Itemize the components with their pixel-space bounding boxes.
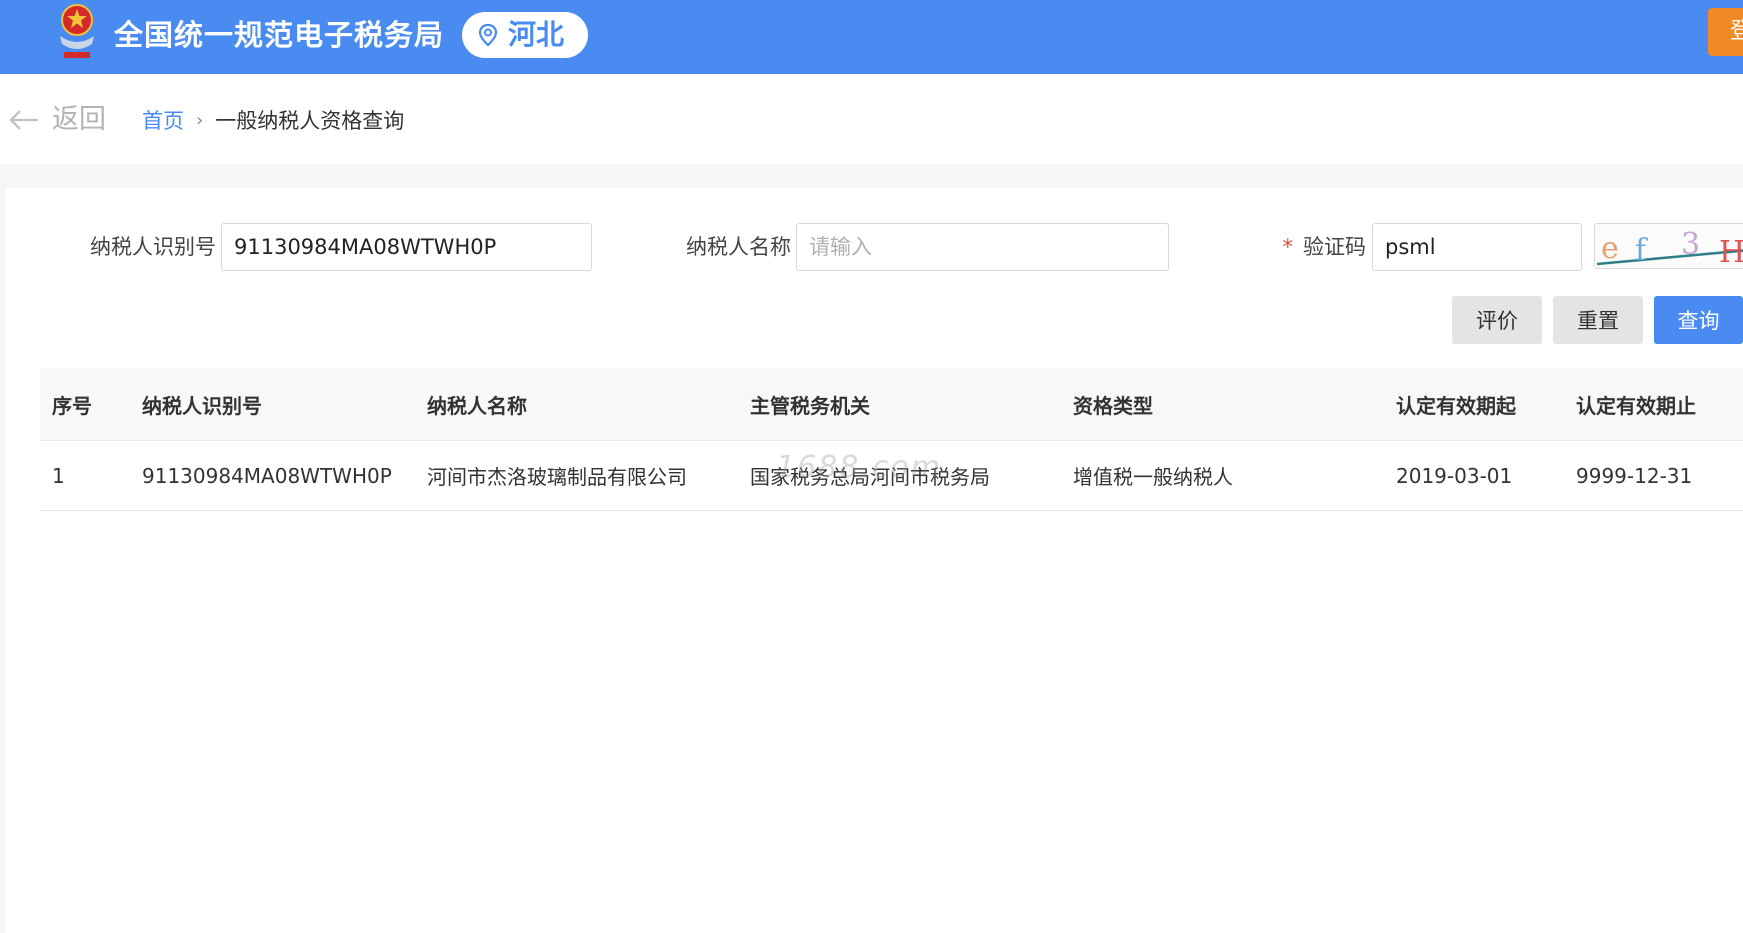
breadcrumb-current: 一般纳税人资格查询	[215, 109, 405, 133]
breadcrumb: 首页 › 一般纳税人资格查询	[142, 106, 404, 136]
tax-emblem-icon	[60, 4, 94, 58]
row-qualification-type: 增值税一般纳税人	[1073, 465, 1233, 489]
login-button[interactable]: 登录	[1708, 8, 1743, 56]
captcha-input[interactable]	[1372, 223, 1582, 271]
row-taxpayer-name: 河间市杰洛玻璃制品有限公司	[427, 465, 687, 489]
row-taxpayer-id: 91130984MA08WTWH0P	[142, 463, 392, 488]
location-pin-icon	[478, 23, 498, 47]
row-index: 1	[52, 463, 65, 488]
captcha-label: 验证码	[1303, 235, 1366, 259]
evaluate-button[interactable]: 评价	[1452, 296, 1542, 344]
row-valid-from: 2019-03-01	[1396, 463, 1513, 488]
column-header: 序号	[52, 393, 92, 418]
arrow-left-icon	[9, 110, 38, 130]
captcha-char: f	[1635, 233, 1648, 268]
breadcrumb-bar: 返回 首页 › 一般纳税人资格查询	[0, 74, 1743, 164]
column-header: 认定有效期止	[1576, 393, 1696, 418]
required-mark: *	[1282, 235, 1294, 259]
captcha-char: e	[1601, 231, 1619, 266]
column-header: 纳税人识别号	[142, 393, 262, 418]
region-label: 河北	[508, 18, 565, 51]
column-header: 资格类型	[1073, 393, 1153, 418]
captcha-graphic: e f 3 H	[1596, 227, 1743, 269]
captcha-char: 3	[1681, 227, 1700, 262]
row-tax-authority: 国家税务总局河间市税务局	[750, 465, 990, 489]
taxpayer-name-label: 纳税人名称	[686, 235, 791, 259]
captcha-char: H	[1719, 235, 1743, 269]
table-header: 序号 纳税人识别号 纳税人名称 主管税务机关 资格类型 认定有效期起 认定有效期…	[40, 368, 1743, 440]
taxpayer-name-input[interactable]	[796, 223, 1169, 271]
column-header: 认定有效期起	[1396, 393, 1516, 418]
captcha-label-wrap: * 验证码	[1256, 223, 1367, 271]
taxpayer-id-input[interactable]	[221, 223, 592, 271]
breadcrumb-home-link[interactable]: 首页	[142, 106, 184, 136]
back-button[interactable]: 返回	[8, 102, 106, 138]
query-card: 纳税人识别号 纳税人名称 * 验证码 e f 3 H 评价 重置 查询 序号 纳税…	[6, 188, 1743, 933]
result-table: 序号 纳税人识别号 纳税人名称 主管税务机关 资格类型 认定有效期起 认定有效期…	[40, 368, 1743, 511]
back-label: 返回	[52, 104, 106, 135]
query-button[interactable]: 查询	[1654, 296, 1743, 344]
captcha-image[interactable]: e f 3 H	[1594, 223, 1743, 269]
reset-button[interactable]: 重置	[1553, 296, 1643, 344]
region-selector[interactable]: 河北	[462, 12, 588, 58]
top-header: 全国统一规范电子税务局 河北 登录	[0, 0, 1743, 74]
column-header: 主管税务机关	[750, 393, 870, 418]
column-header: 纳税人名称	[427, 393, 527, 418]
table-row: 1 91130984MA08WTWH0P 河间市杰洛玻璃制品有限公司 国家税务总…	[40, 440, 1743, 511]
site-title: 全国统一规范电子税务局	[114, 18, 445, 52]
taxpayer-id-label: 纳税人识别号	[90, 235, 216, 259]
row-valid-to: 9999-12-31	[1576, 463, 1693, 488]
breadcrumb-separator: ›	[196, 110, 204, 131]
